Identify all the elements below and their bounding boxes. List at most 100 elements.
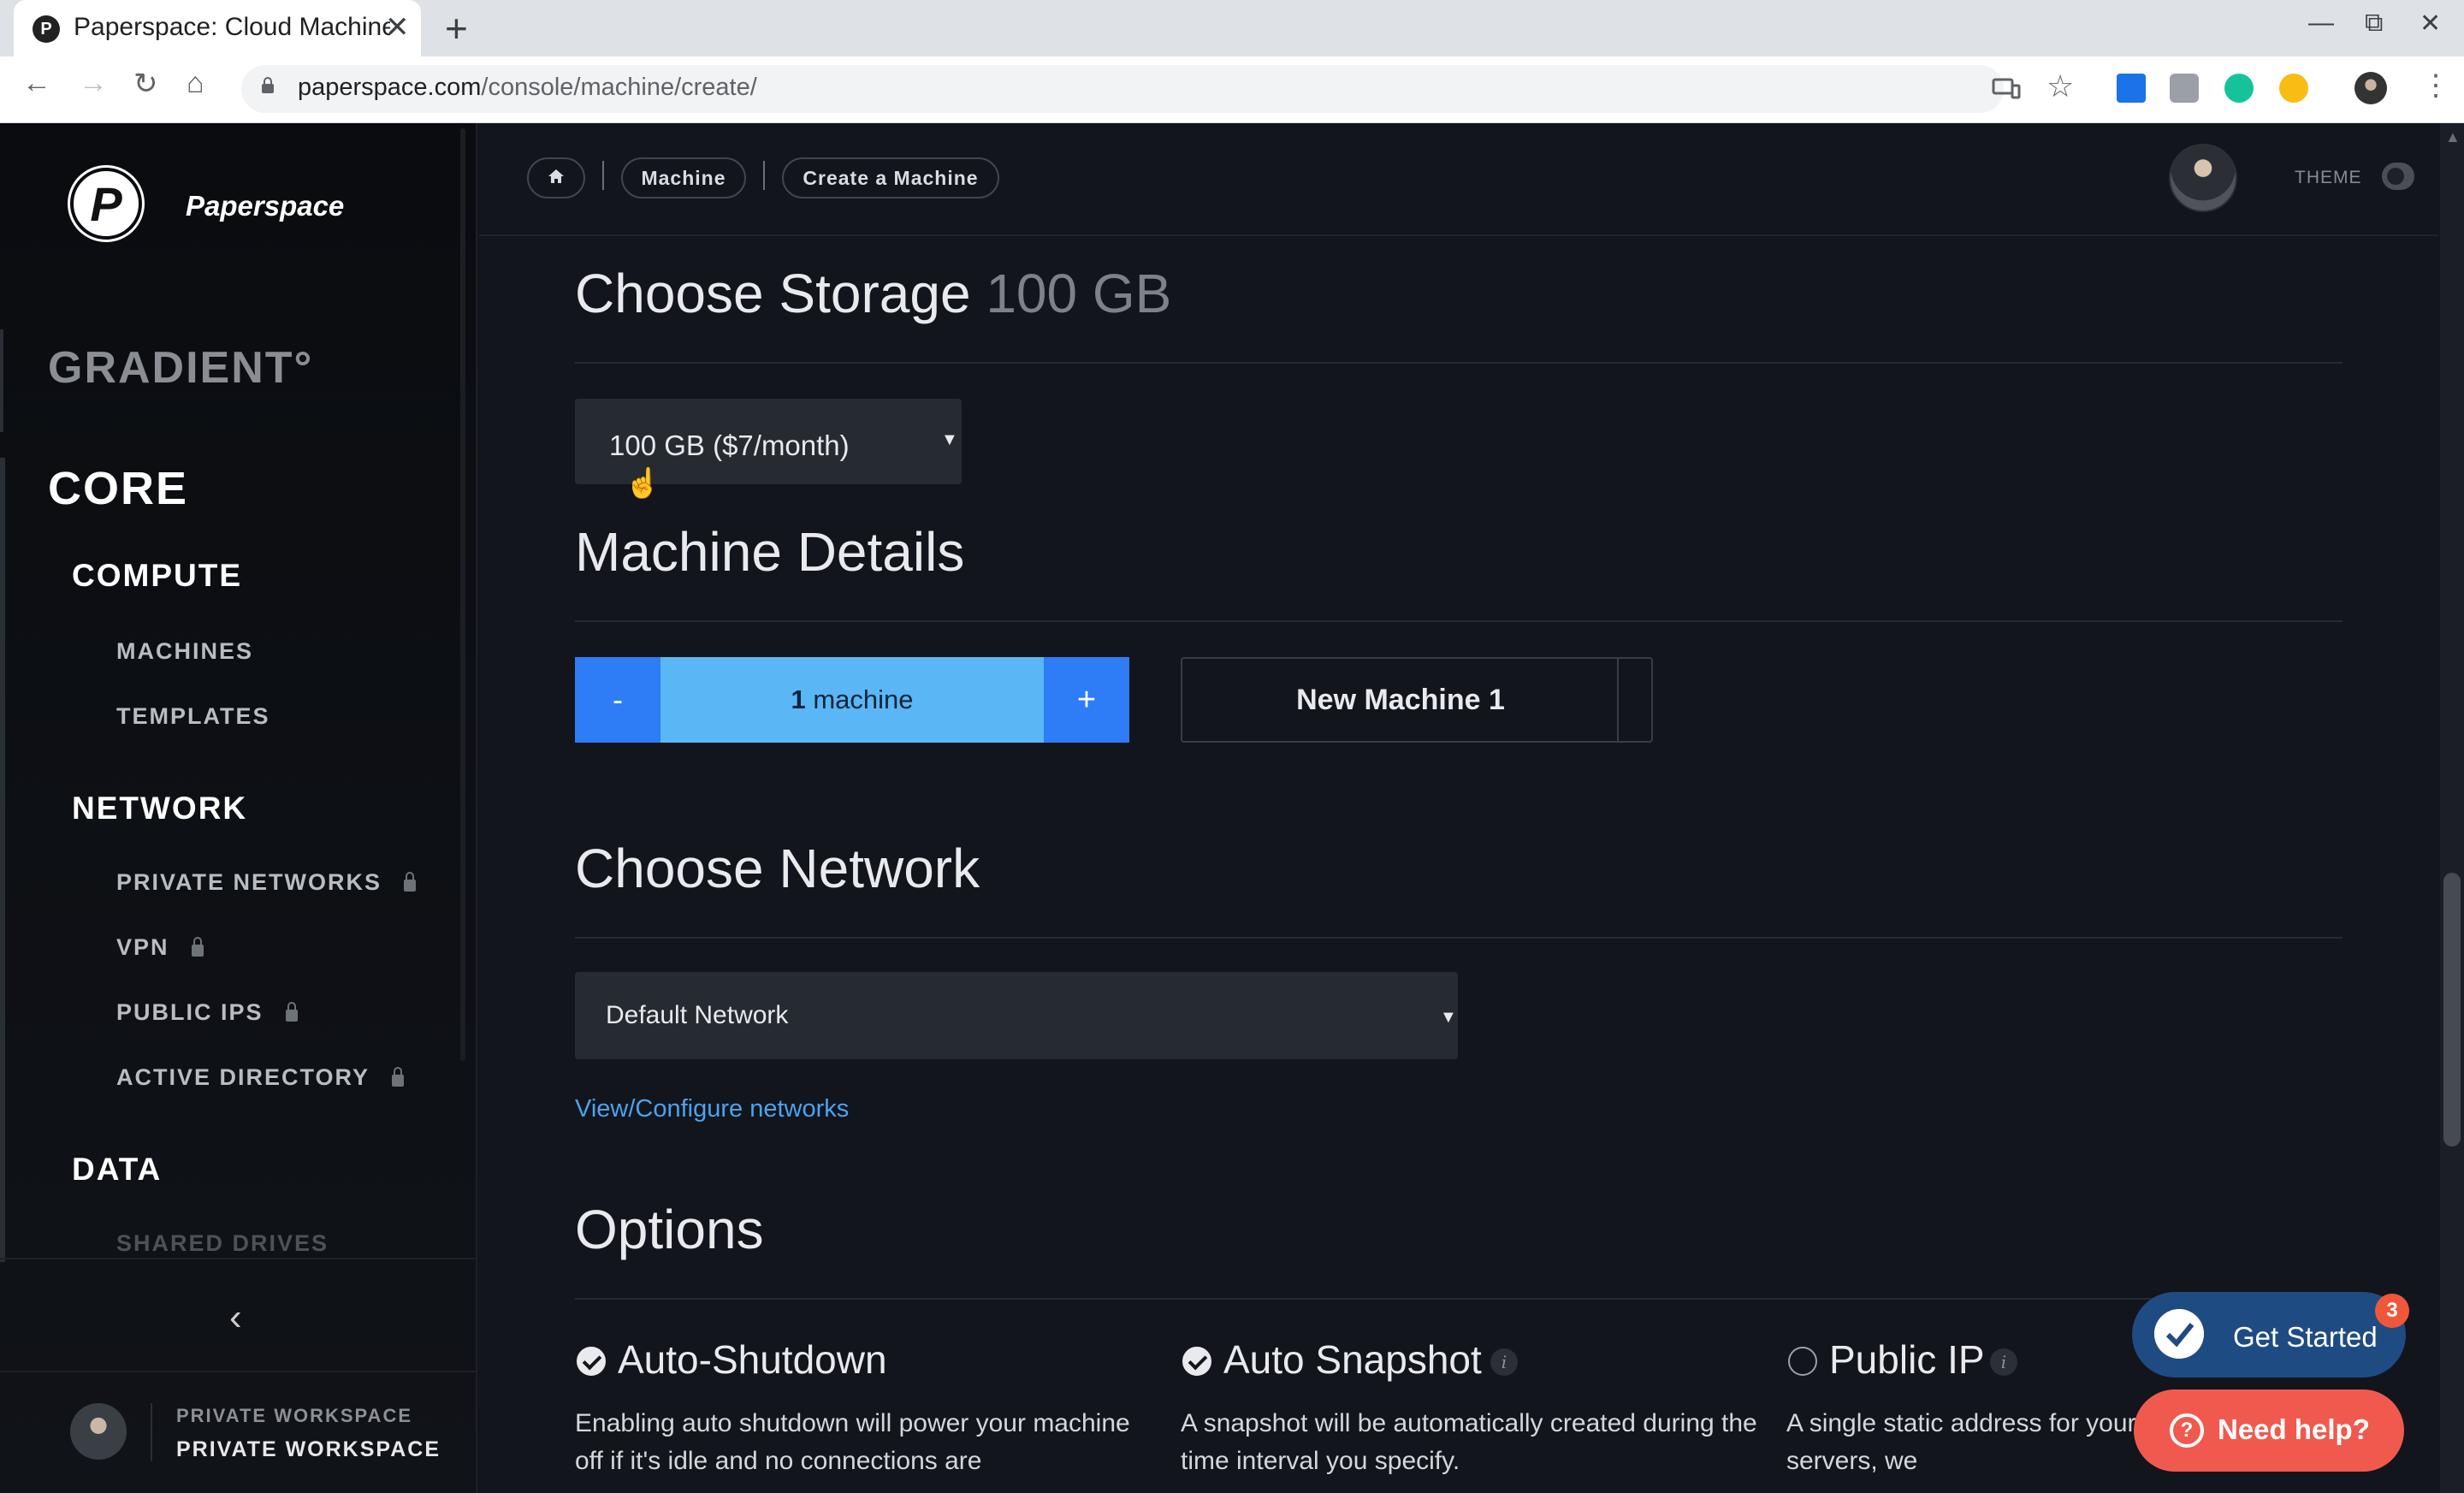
lock-icon [262,77,274,93]
network-select-value: Default Network [606,1001,789,1029]
machine-count[interactable]: 1 machine [660,657,1044,743]
checklist-icon [2154,1309,2204,1359]
divider [151,1403,152,1461]
bookmark-star-icon[interactable]: ☆ [2046,68,2074,104]
lock-icon [392,1067,405,1087]
auto-shutdown-description: Enabling auto shutdown will power your m… [575,1409,1130,1475]
sidebar-scrollbar[interactable] [460,128,465,1061]
save-extension-icon[interactable] [2117,74,2146,103]
grammarly-icon[interactable] [2224,74,2254,103]
url-text[interactable]: paperspace.com/console/machine/create/ [298,74,757,102]
storage-select-value: 100 GB ($7/month) [609,430,850,461]
public-ip-checkbox[interactable] [1788,1347,1817,1376]
paperspace-favicon-icon: P [33,15,60,43]
breadcrumb-machine[interactable]: Machine [621,157,746,198]
sidebar-item-private-networks[interactable]: PRIVATE NETWORKS [116,869,417,896]
chevron-down-icon: ▼ [1440,1008,1457,1027]
divider [575,1298,2343,1300]
storage-heading: Choose Storage 100 GB [575,263,1172,324]
forward-icon[interactable]: → [79,67,108,100]
sidebar-item-label: ACTIVE DIRECTORY [116,1064,370,1090]
sidebar-item-templates[interactable]: TEMPLATES [116,703,270,730]
auto-snapshot-title: Auto Snapshot [1223,1337,1482,1382]
lock-icon [191,937,204,957]
minimize-icon[interactable]: — [2308,9,2334,38]
auto-snapshot-checkbox[interactable] [1182,1347,1211,1376]
nav-gradient[interactable]: GRADIENT° [48,342,313,394]
need-help-label: Need help? [2218,1413,2370,1445]
collapse-sidebar-chevron-icon[interactable]: ‹ [229,1296,242,1339]
sidebar-item-label: VPN [116,934,169,960]
public-ip-title: Public IP [1829,1337,1985,1382]
machine-name-value[interactable]: New Machine 1 [1182,657,1619,743]
options-heading: Options [575,1199,764,1260]
info-icon[interactable]: i [1990,1348,2017,1376]
divider [575,362,2343,364]
user-avatar[interactable] [2169,144,2237,212]
nav-section-data: DATA [72,1152,163,1187]
sidebar-item-vpn[interactable]: VPN [116,934,204,961]
reload-icon[interactable]: ↻ [133,67,158,101]
window-close-icon[interactable]: ✕ [2420,9,2441,39]
notification-badge: 3 [2375,1294,2409,1328]
extension-icon[interactable] [2279,74,2308,103]
workspace-selector[interactable]: PRIVATE WORKSPACE [176,1437,441,1462]
auto-shutdown-checkbox[interactable] [577,1347,606,1376]
nav-section-network: NETWORK [72,791,248,826]
help-icon: ? [2170,1413,2204,1448]
breadcrumb-separator [602,161,604,190]
breadcrumb-create-machine[interactable]: Create a Machine [782,157,999,198]
camera-extension-icon[interactable] [2170,74,2199,103]
info-icon[interactable]: i [1490,1348,1518,1376]
count-value: 1 [791,684,806,714]
browser-tab[interactable]: P Paperspace: Cloud Machine ✕ [14,0,421,56]
main-scrollbar[interactable] [2440,123,2464,1493]
new-tab-button[interactable]: + [445,5,468,51]
home-icon [548,169,564,183]
machine-details-heading: Machine Details [575,521,965,583]
profile-avatar[interactable] [2354,72,2387,104]
tab-title: Paperspace: Cloud Machine [74,13,390,41]
cast-icon[interactable] [1992,77,2021,101]
tab-close-icon[interactable]: ✕ [385,10,410,44]
theme-label: THEME [2295,168,2362,187]
lock-icon [404,872,417,892]
auto-shutdown-title: Auto-Shutdown [618,1337,887,1382]
sidebar-item-active-directory[interactable]: ACTIVE DIRECTORY [116,1064,405,1091]
divider [0,1371,476,1372]
toggle-knob [2387,168,2404,185]
restore-icon[interactable]: ⧉ [2365,9,2383,38]
workspace-avatar[interactable] [70,1403,127,1460]
brand-name[interactable]: Paperspace [186,190,344,222]
sidebar-item-machines[interactable]: MACHINES [116,638,253,665]
decrement-button[interactable]: - [575,657,660,743]
back-icon[interactable]: ← [22,67,51,100]
sidebar-item-shared-drives[interactable]: SHARED DRIVES [116,1230,329,1257]
nav-core[interactable]: CORE [48,462,188,515]
hand-cursor-icon: ☝ [625,467,661,500]
divider [1617,659,1619,741]
configure-networks-link[interactable]: View/Configure networks [575,1095,849,1123]
home-icon[interactable]: ⌂ [187,67,204,100]
browser-menu-icon[interactable]: ⋮ [2421,68,2450,103]
storage-size: 100 GB [986,263,1172,324]
sidebar-item-public-ips[interactable]: PUBLIC IPS [116,999,298,1026]
network-select[interactable]: Default Network [575,972,1458,1059]
chevron-down-icon: ▼ [941,430,958,449]
scroll-up-icon[interactable]: ▲ [2445,128,2461,146]
auto-snapshot-description: A snapshot will be automatically created… [1181,1409,1757,1475]
lock-icon [285,1002,298,1022]
increment-button[interactable]: + [1044,657,1129,743]
divider [0,1258,476,1259]
main-content [479,123,2438,1493]
sidebar-item-label: PUBLIC IPS [116,999,264,1025]
section-indicator [0,329,3,432]
divider [575,620,2343,622]
get-started-label: Get Started [2233,1321,2378,1353]
url-domain: paperspace.com [298,74,482,101]
scrollbar-thumb[interactable] [2443,873,2461,1146]
count-unit: machine [813,684,914,714]
paperspace-logo-icon[interactable]: P [70,168,142,240]
breadcrumb-separator [763,161,765,190]
network-heading: Choose Network [575,838,980,899]
